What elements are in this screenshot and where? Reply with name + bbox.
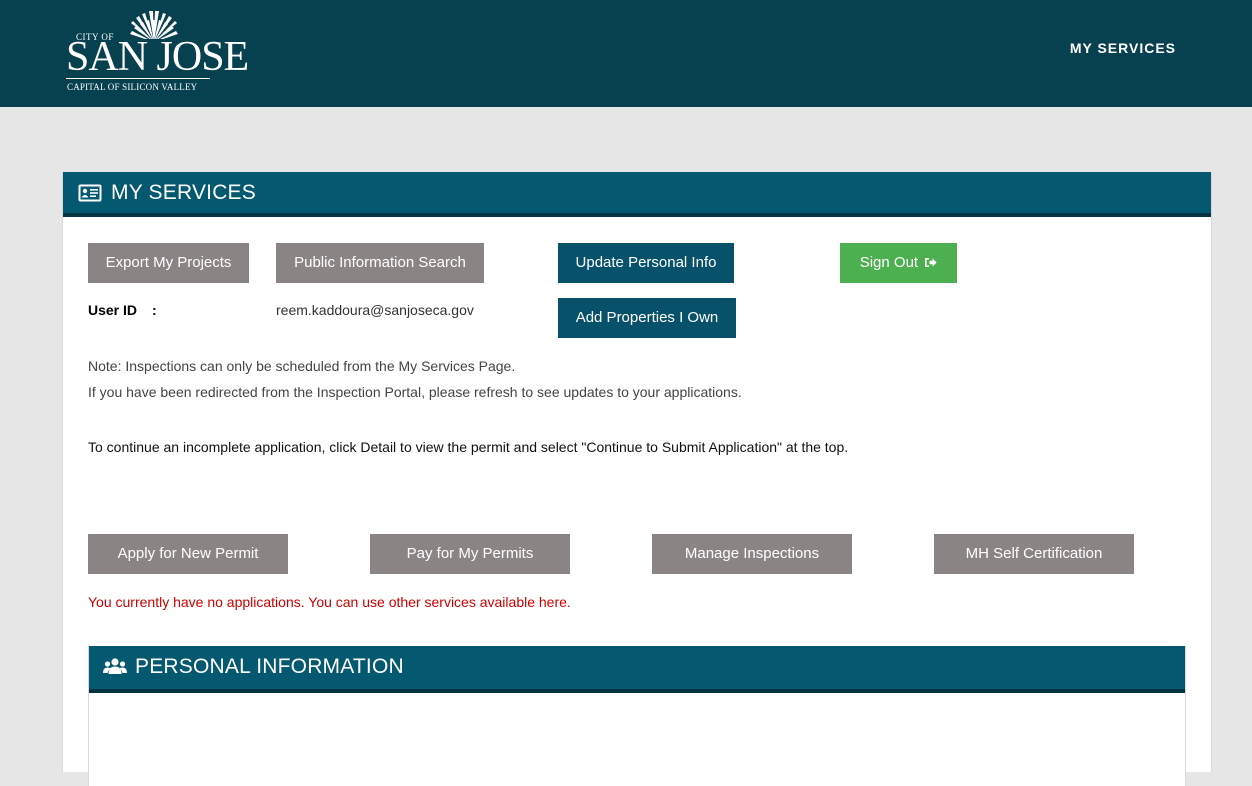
inspection-note: Note: Inspections can only be scheduled … (88, 358, 516, 374)
users-icon (103, 658, 127, 674)
sign-out-icon (925, 258, 937, 267)
no-applications-message: You currently have no applications. You … (88, 594, 571, 610)
id-card-icon (78, 184, 102, 202)
continue-application-text: To continue an incomplete application, c… (88, 439, 849, 455)
my-services-header: MY SERVICES (63, 172, 1211, 217)
city-logo[interactable]: CITY OF SAN JOSE CAPITAL OF SILICON VALL… (66, 6, 249, 96)
personal-information-title: PERSONAL INFORMATION (135, 655, 404, 678)
logo-name: SAN JOSE (66, 34, 249, 80)
manage-inspections-button[interactable]: Manage Inspections (652, 534, 852, 574)
nav-my-services-link[interactable]: MY SERVICES (1070, 40, 1176, 56)
panel-title: MY SERVICES (111, 181, 256, 204)
user-id-value: reem.kaddoura@sanjoseca.gov (276, 302, 474, 318)
logo-divider (66, 78, 210, 79)
top-header: CITY OF SAN JOSE CAPITAL OF SILICON VALL… (0, 0, 1252, 107)
public-info-search-button[interactable]: Public Information Search (276, 243, 484, 283)
update-personal-info-button[interactable]: Update Personal Info (558, 243, 734, 283)
sign-out-label: Sign Out (859, 254, 919, 271)
pay-permits-button[interactable]: Pay for My Permits (370, 534, 570, 574)
add-properties-button[interactable]: Add Properties I Own (558, 298, 736, 338)
mh-self-certification-button[interactable]: MH Self Certification (934, 534, 1134, 574)
logo-tagline: CAPITAL OF SILICON VALLEY (67, 82, 198, 92)
redirect-note: If you have been redirected from the Ins… (88, 384, 742, 400)
export-projects-button[interactable]: Export My Projects (88, 243, 249, 283)
my-services-panel: MY SERVICES Export My Projects Public In… (62, 172, 1212, 786)
personal-information-header: PERSONAL INFORMATION (89, 646, 1185, 693)
apply-new-permit-button[interactable]: Apply for New Permit (88, 534, 288, 574)
user-id-label: User ID (88, 302, 138, 318)
user-id-colon: : (152, 302, 157, 318)
personal-information-panel: PERSONAL INFORMATION (88, 646, 1186, 786)
sign-out-button[interactable]: Sign Out (840, 243, 957, 283)
